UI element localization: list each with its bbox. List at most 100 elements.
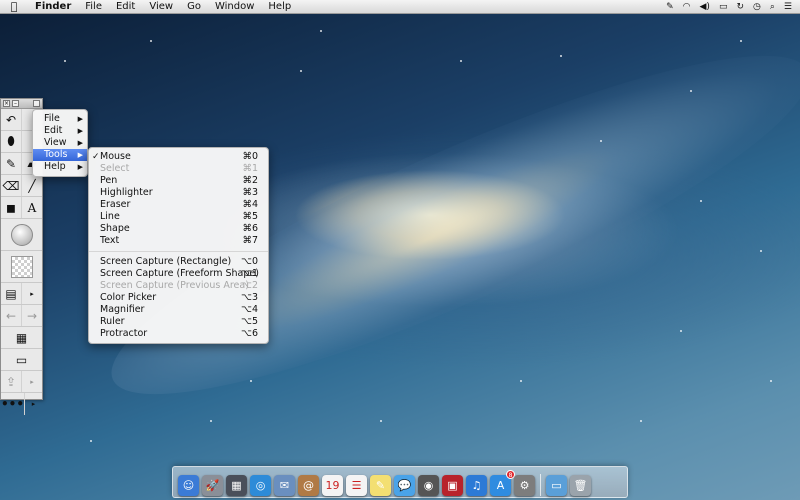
line-tool-icon[interactable]: ╱ [22,175,42,196]
more-icon[interactable]: ••• [1,393,26,415]
expand-icon[interactable] [33,100,40,107]
star [600,140,602,142]
palette-menu-edit[interactable]: Edit ▶ [33,125,87,137]
tools-menu-item[interactable]: Color Picker ⌥3 [89,292,268,304]
display-icon[interactable]: ▭ [1,349,42,370]
safari-icon[interactable]: ◎ [250,475,271,496]
tools-menu-item: Select ⌘1 [89,163,268,175]
tools-menu-item[interactable]: Shape ⌘6 [89,223,268,235]
close-icon[interactable]: × [3,100,10,107]
minimize-icon[interactable]: – [12,100,19,107]
notes-icon[interactable]: ✎ [370,475,391,496]
downloads-folder-icon[interactable]: ▭ [546,475,567,496]
mail-icon[interactable]: ✉ [274,475,295,496]
finder-icon[interactable]: ☺ [178,475,199,496]
tools-menu-item[interactable]: Screen Capture (Rectangle) ⌥0 [89,256,268,268]
palette-menu-file[interactable]: File ▶ [33,113,87,125]
list-icon[interactable]: ☰ [784,2,792,12]
menu-item-shortcut: ⌘6 [242,223,258,234]
trash-icon[interactable]: 🗑 [570,475,591,496]
star [640,420,642,422]
share-menu-icon[interactable]: ▸ [22,371,42,392]
tools-menu-item[interactable]: Eraser ⌘4 [89,199,268,211]
color-swatch[interactable] [1,251,42,283]
line-width-knob[interactable] [1,219,42,251]
dock-glyph: ▣ [447,479,458,492]
submenu-arrow-icon: ▶ [77,127,83,135]
tools-menu-item[interactable]: Screen Capture (Freeform Shape) ⌥1 [89,268,268,280]
menu-item-shortcut: ⌥1 [241,268,258,279]
forward-arrow-icon[interactable]: → [22,305,42,326]
palette-menu-help[interactable]: Help ▶ [33,161,87,173]
menu-edit[interactable]: Edit [109,1,142,12]
volume-icon[interactable]: ◀) [700,2,710,12]
pencil-icon[interactable]: ✎ [666,2,674,12]
more-menu-icon[interactable]: ▸ [25,393,42,415]
messages-icon[interactable]: 💬 [394,475,415,496]
tools-menu-item[interactable]: ✓ Mouse ⌘0 [89,151,268,163]
new-page-icon[interactable]: ▤ [1,283,22,304]
grid-icon[interactable]: ▦ [1,327,42,348]
dock-glyph: ☰ [351,479,362,492]
calendar-icon[interactable]: 19 [322,475,343,496]
facetime-icon[interactable]: ◉ [418,475,439,496]
star [90,440,92,442]
star [300,70,302,72]
back-arrow-icon[interactable]: ← [1,305,22,326]
palette-menu-view[interactable]: View ▶ [33,137,87,149]
menu-item-label: Eraser [100,199,131,210]
tools-menu-item[interactable]: Magnifier ⌥4 [89,304,268,316]
star [690,90,692,92]
menu-file[interactable]: File [78,1,109,12]
system-preferences-icon[interactable]: ⚙ [514,475,535,496]
tools-menu-item[interactable]: Text ⌘7 [89,235,268,247]
dock-glyph: ▭ [551,479,562,492]
clock-icon[interactable]: ◷ [753,2,761,12]
mouse-tool-icon[interactable]: ⬮ [1,131,22,152]
tools-menu-item[interactable]: Line ⌘5 [89,211,268,223]
menu-help[interactable]: Help [261,1,298,12]
menu-item-label: Line [100,211,120,222]
mission-control-icon[interactable]: ▦ [226,475,247,496]
tools-menu-item[interactable]: Highlighter ⌘3 [89,187,268,199]
page-menu-icon[interactable]: ▸ [22,283,42,304]
itunes-icon[interactable]: ♫ [466,475,487,496]
star [380,420,382,422]
dock-glyph: ▦ [231,479,242,492]
menu-view[interactable]: View [142,1,180,12]
wifi-icon[interactable]: ◠ [683,2,691,12]
menu-window[interactable]: Window [208,1,261,12]
menu-label: Help [44,161,66,172]
apple-menu-icon[interactable]:  [0,0,28,13]
menu-item-shortcut: ⌥6 [241,328,258,339]
tools-menu-item[interactable]: Pen ⌘2 [89,175,268,187]
menu-go[interactable]: Go [180,1,208,12]
search-icon[interactable]: ⌕ [770,2,775,12]
eraser-tool-icon[interactable]: ⌫ [1,175,22,196]
contacts-icon[interactable]: @ [298,475,319,496]
palette-menu-tools[interactable]: Tools ▶ [33,149,87,161]
menu-app-name[interactable]: Finder [28,1,78,12]
app-store-icon[interactable]: A8 [490,470,515,496]
palette-titlebar[interactable]: × – [1,99,42,109]
tools-menu-item[interactable]: Protractor ⌥6 [89,328,268,340]
submenu-arrow-icon: ▶ [77,163,83,171]
launchpad-icon[interactable]: 🚀 [202,475,223,496]
swatch-icon [10,255,33,278]
reminders-icon[interactable]: ☰ [346,475,367,496]
share-icon[interactable]: ⇪ [1,371,22,392]
menu-separator [89,251,268,252]
star [680,330,682,332]
battery-icon[interactable]: ▭ [719,2,728,12]
sync-icon[interactable]: ↻ [736,2,744,12]
pen-tool-icon[interactable]: ✎ [1,153,22,174]
text-tool-icon[interactable]: A [22,197,42,218]
submenu-arrow-icon: ▶ [77,115,83,123]
shape-tool-icon[interactable]: ◼ [1,197,22,218]
tools-menu-item[interactable]: Ruler ⌥5 [89,316,268,328]
photo-booth-icon[interactable]: ▣ [442,475,463,496]
dock-glyph: 🗑 [573,479,588,492]
undo-icon[interactable]: ↶ [1,109,22,130]
knob-icon[interactable] [10,223,33,246]
menu-item-shortcut: ⌥2 [241,280,258,291]
